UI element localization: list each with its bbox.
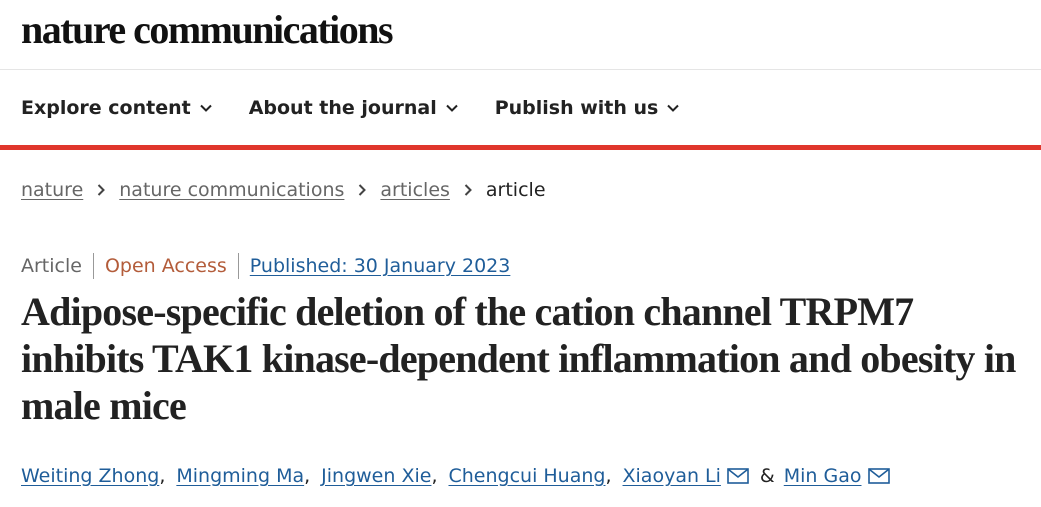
chevron-right-icon — [355, 183, 369, 197]
author-link[interactable]: Weiting Zhong — [21, 465, 159, 487]
nav-label: About the journal — [248, 96, 437, 119]
author-separator: , — [159, 465, 166, 487]
chevron-down-icon — [445, 101, 459, 115]
breadcrumb-current: article — [485, 179, 546, 201]
published-date-link[interactable]: Published: 30 January 2023 — [250, 255, 511, 277]
mail-icon[interactable] — [867, 468, 890, 484]
chevron-right-icon — [94, 183, 108, 197]
nav-label: Explore content — [21, 96, 191, 119]
author-separator: , — [431, 465, 438, 487]
breadcrumb-articles[interactable]: articles — [380, 179, 450, 201]
author-list: Weiting Zhong, Mingming Ma, Jingwen Xie,… — [21, 465, 890, 487]
journal-logo[interactable]: nature communications — [21, 6, 394, 53]
author-link[interactable]: Mingming Ma — [176, 465, 304, 487]
article-meta: Article Open Access Published: 30 Januar… — [21, 253, 510, 279]
author-link[interactable]: Xiaoyan Li — [623, 465, 721, 487]
author-separator: , — [605, 465, 612, 487]
nav-about-the-journal[interactable]: About the journal — [249, 97, 459, 119]
author-link[interactable]: Chengcui Huang — [448, 465, 605, 487]
breadcrumb-nature[interactable]: nature — [21, 179, 83, 201]
open-access-label: Open Access — [104, 255, 227, 277]
breadcrumb-nature-communications[interactable]: nature communications — [119, 179, 344, 201]
mail-icon[interactable] — [727, 468, 749, 484]
article-type: Article — [21, 255, 82, 277]
accent-bar — [0, 145, 1041, 150]
author-separator: , — [304, 465, 311, 487]
nav-label: Publish with us — [494, 96, 659, 119]
chevron-down-icon — [666, 101, 680, 115]
article-title: Adipose-specific deletion of the cation … — [21, 289, 1016, 428]
meta-divider — [237, 253, 239, 279]
author-link[interactable]: Jingwen Xie — [321, 465, 431, 487]
nav-publish-with-us[interactable]: Publish with us — [495, 97, 681, 119]
chevron-right-icon — [461, 183, 475, 197]
nav-explore-content[interactable]: Explore content — [21, 97, 213, 119]
breadcrumb: nature nature communications articles ar… — [21, 179, 546, 201]
author-link[interactable]: Min Gao — [784, 465, 862, 487]
meta-divider — [92, 253, 94, 279]
chevron-down-icon — [199, 101, 213, 115]
masthead: nature communications — [0, 0, 1041, 70]
main-nav: Explore content About the journal Publis… — [0, 70, 1041, 145]
author-conjunction: & — [759, 465, 775, 487]
